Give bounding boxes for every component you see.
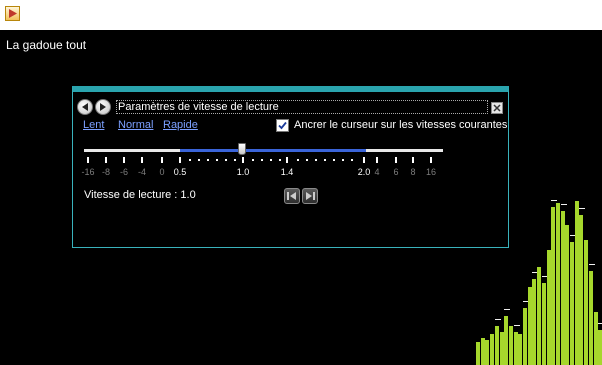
speed-readout: Vitesse de lecture : 1.0 <box>84 189 196 201</box>
step-slower-button[interactable] <box>284 188 300 204</box>
slider-tick <box>412 157 414 163</box>
close-button[interactable] <box>491 102 503 114</box>
step-faster-button[interactable] <box>302 188 318 204</box>
forward-button[interactable] <box>95 99 111 115</box>
visualization-bar <box>579 215 583 365</box>
slider-tick <box>242 157 244 163</box>
slider-tick-label: 2.0 <box>357 167 371 177</box>
playback-speed-dialog: Paramètres de vitesse de lecture Lent No… <box>72 86 509 248</box>
visualization-bar <box>518 334 522 365</box>
play-icon[interactable] <box>5 6 20 21</box>
visualization-peak <box>551 200 557 201</box>
slider-tick <box>279 159 281 161</box>
slider-tick <box>123 157 125 163</box>
anchor-checkbox-label: Ancrer le curseur sur les vitesses coura… <box>294 119 508 131</box>
slider-tick <box>87 157 89 163</box>
speed-slider-range <box>180 149 366 152</box>
title-bar <box>0 0 602 30</box>
visualization-peak <box>561 204 567 205</box>
visualization-bar <box>523 308 527 365</box>
visualization-peak <box>579 208 585 209</box>
visualization-bar <box>532 279 536 365</box>
visualization-bar <box>495 326 499 365</box>
speed-slider-thumb[interactable] <box>238 143 246 155</box>
visualization-bar <box>570 242 574 365</box>
anchor-checkbox[interactable] <box>276 119 289 132</box>
visualization-bar <box>598 330 602 365</box>
visualization-bar <box>551 207 555 365</box>
slider-tick-label: -16 <box>81 167 95 177</box>
slider-tick-label: 0 <box>159 167 165 177</box>
visualization-bar <box>565 225 569 365</box>
visualization-bar <box>537 267 541 365</box>
slider-tick-label: 1.0 <box>236 167 250 177</box>
slider-tick-label: 4 <box>374 167 380 177</box>
visualization-bar <box>584 240 588 365</box>
visualization-bar <box>589 271 593 365</box>
slider-tick <box>333 159 335 161</box>
dialog-title: Paramètres de vitesse de lecture <box>116 100 488 114</box>
slider-tick-label: 8 <box>410 167 416 177</box>
slider-tick-label: 6 <box>393 167 399 177</box>
visualization-peak <box>495 319 501 320</box>
slider-tick-label: 1.4 <box>280 167 294 177</box>
slider-tick <box>179 157 181 163</box>
visualization-peak <box>504 309 510 310</box>
slider-tick <box>324 159 326 161</box>
slider-tick-label: 0.5 <box>173 167 187 177</box>
visualization-bar <box>504 316 508 365</box>
slider-tick <box>430 157 432 163</box>
slow-speed-link[interactable]: Lent <box>83 119 104 131</box>
slider-tick <box>225 159 227 161</box>
audio-visualization <box>476 170 602 365</box>
slider-tick <box>306 159 308 161</box>
slider-tick <box>297 159 299 161</box>
slider-tick <box>315 159 317 161</box>
slider-tick <box>395 157 397 163</box>
fast-speed-link[interactable]: Rapide <box>163 119 198 131</box>
slider-tick <box>216 159 218 161</box>
slider-tick <box>189 159 191 161</box>
slider-tick <box>363 157 365 163</box>
normal-speed-link[interactable]: Normal <box>118 119 153 131</box>
slider-tick <box>234 159 236 161</box>
slider-tick <box>351 159 353 161</box>
slider-tick <box>376 157 378 163</box>
slider-tick <box>105 157 107 163</box>
slider-tick <box>198 159 200 161</box>
slider-tick <box>261 159 263 161</box>
visualization-peak <box>514 325 520 326</box>
slider-tick <box>270 159 272 161</box>
slider-tick-label: 16 <box>425 167 437 177</box>
visualization-bar <box>542 283 546 365</box>
visualization-peak <box>589 264 595 265</box>
track-title: La gadoue tout <box>6 38 87 52</box>
slider-tick <box>286 157 288 163</box>
visualization-bar <box>490 334 494 365</box>
slider-tick-label: -4 <box>137 167 147 177</box>
slider-tick-label: -8 <box>101 167 111 177</box>
visualization-bar <box>509 326 513 365</box>
slider-tick <box>207 159 209 161</box>
visualization-bar <box>556 203 560 365</box>
visualization-peak <box>598 323 602 324</box>
slider-tick-label: -6 <box>119 167 129 177</box>
back-button[interactable] <box>77 99 93 115</box>
slider-tick <box>252 159 254 161</box>
slider-tick <box>342 159 344 161</box>
visualization-bar <box>485 340 489 365</box>
slider-tick <box>161 157 163 163</box>
visualization-bar <box>476 342 480 365</box>
slider-tick <box>141 157 143 163</box>
